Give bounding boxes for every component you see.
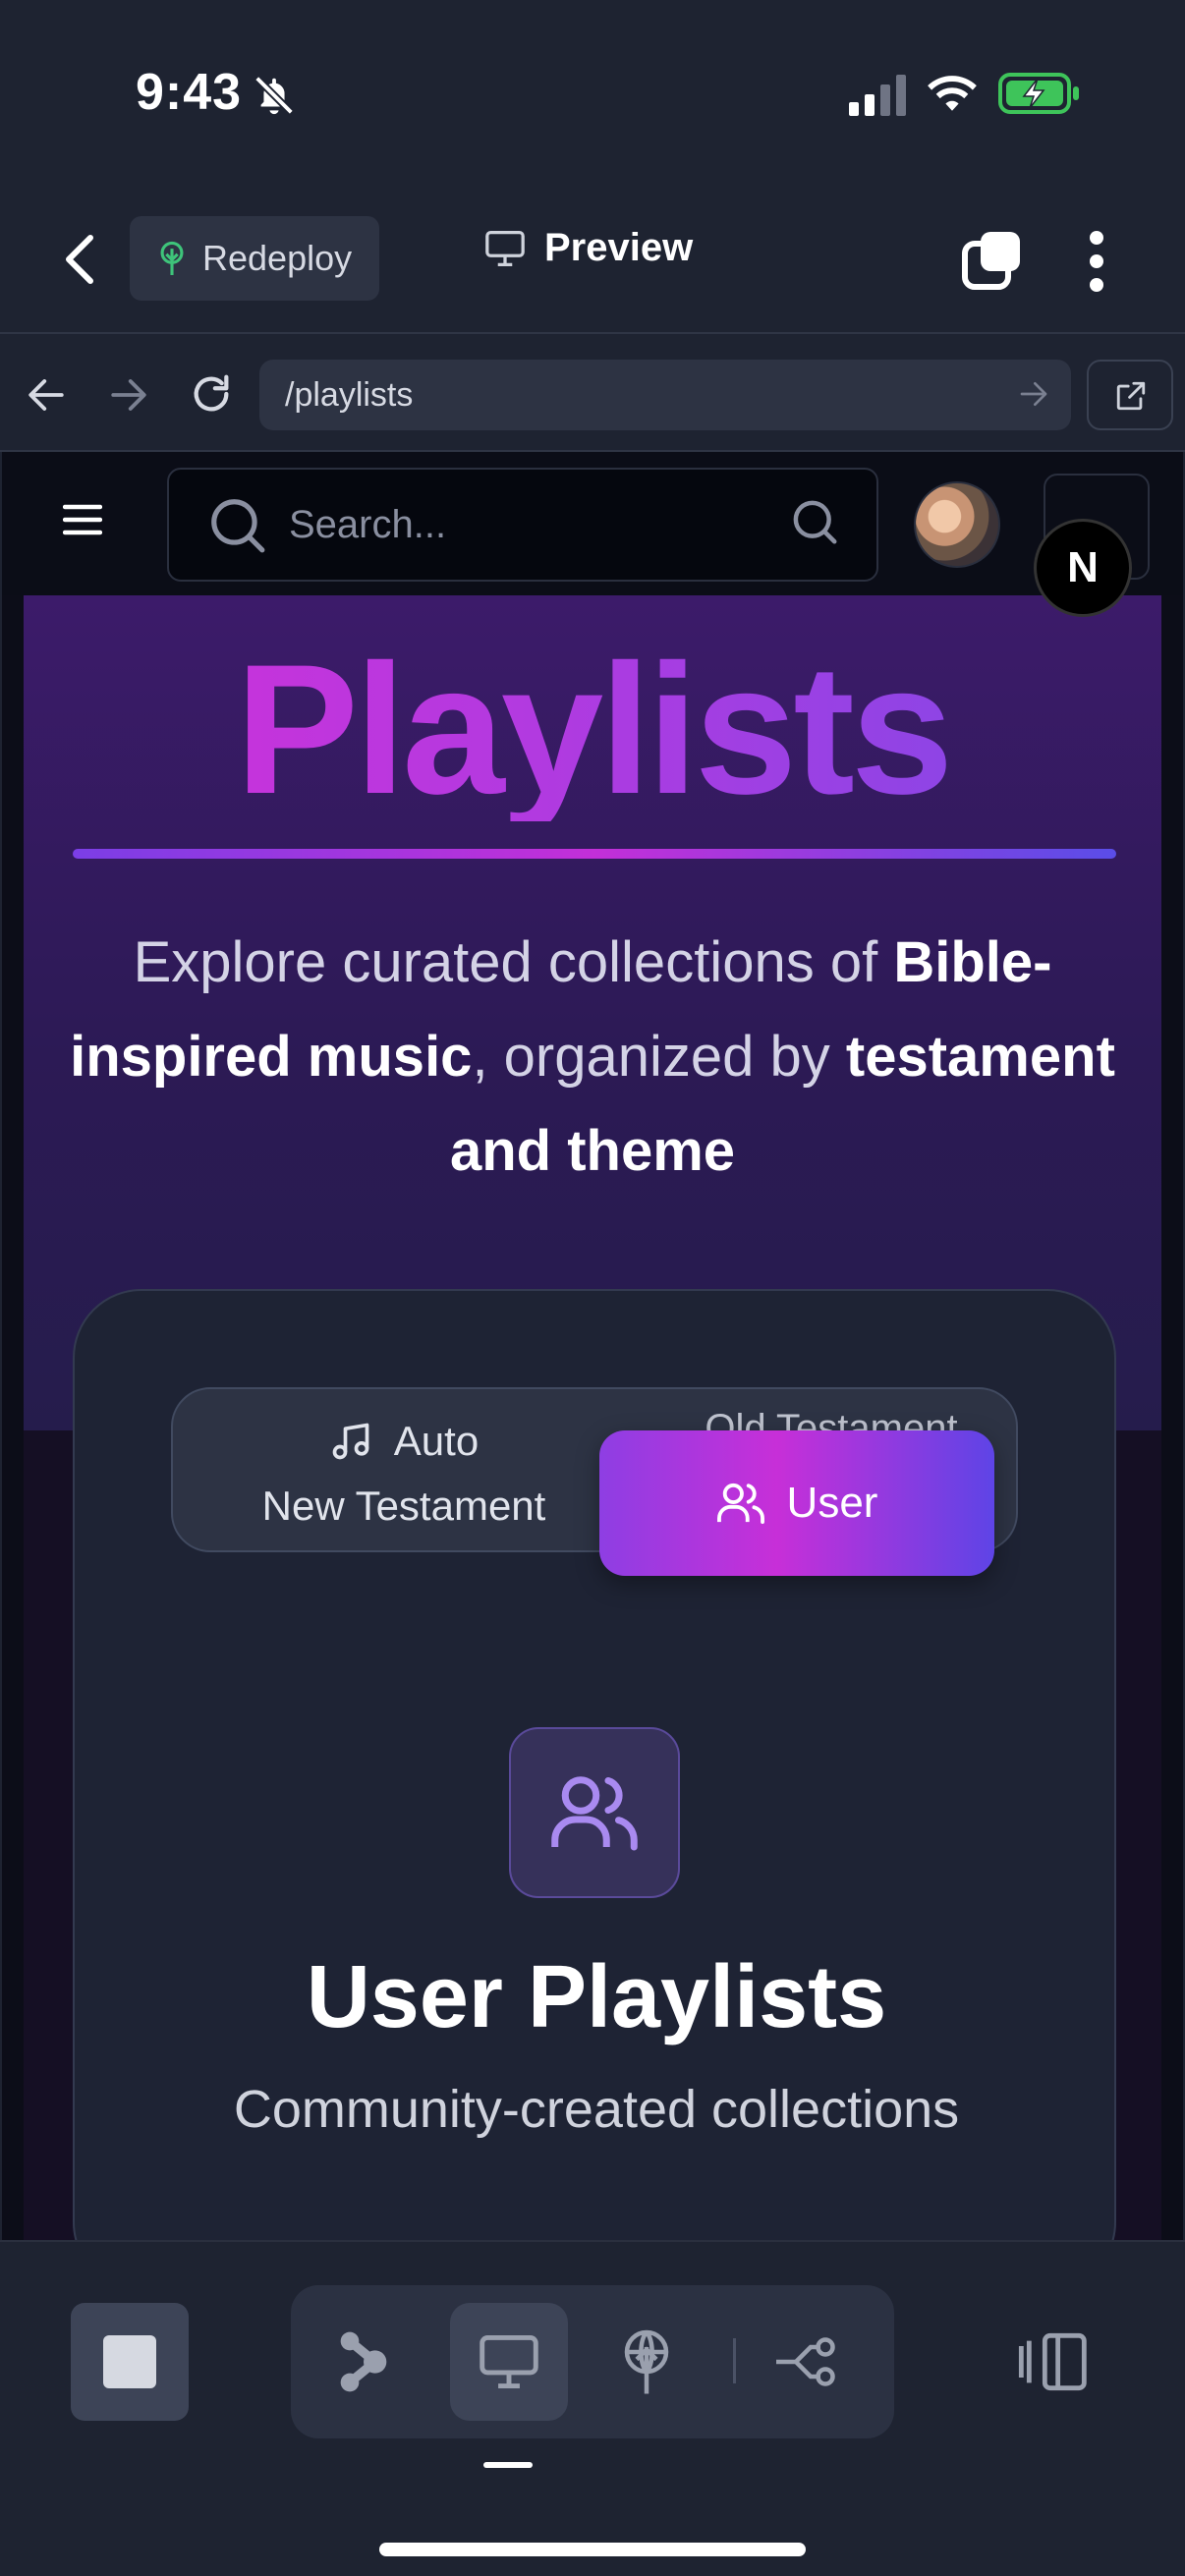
preview-tab[interactable]: Preview: [483, 226, 693, 270]
go-arrow-icon[interactable]: [1018, 379, 1049, 409]
graph-icon: [336, 2329, 391, 2394]
section-description: Community-created collections: [233, 2080, 960, 2139]
preview-view-button[interactable]: [450, 2303, 568, 2421]
graph-view-button[interactable]: [305, 2303, 423, 2421]
subtitle-text-1: Explore curated collections of: [133, 930, 894, 994]
url-bar: /playlists: [0, 336, 1185, 452]
tabs-icon[interactable]: [961, 228, 1024, 291]
reload-icon[interactable]: [189, 371, 234, 417]
search-icon: [206, 494, 267, 555]
open-external-button[interactable]: [1087, 360, 1173, 430]
back-chevron-icon[interactable]: [61, 232, 100, 287]
user-avatar[interactable]: [914, 481, 1000, 568]
panel-icon[interactable]: [1018, 2330, 1093, 2393]
nav-forward-icon[interactable]: [108, 375, 149, 415]
status-bar: 9:43: [0, 0, 1185, 196]
site-header: Search... N: [2, 452, 1183, 617]
deploy-view-button[interactable]: [588, 2303, 705, 2421]
page-gutter-left: [2, 595, 24, 2240]
tree-icon: [155, 240, 189, 277]
flow-view-button[interactable]: [747, 2303, 865, 2421]
playlists-card: Old Testament Auto New Testament User Us…: [73, 1289, 1116, 2240]
hamburger-menu-icon[interactable]: [63, 503, 102, 536]
search-input[interactable]: Search...: [167, 468, 878, 582]
page-gutter-right: [1161, 595, 1183, 2240]
monitor-icon: [477, 2332, 541, 2391]
app-bar: Redeploy Preview: [0, 196, 1185, 334]
search-placeholder: Search...: [289, 502, 447, 546]
page-subtitle: Explore curated collections of Bible-ins…: [61, 916, 1124, 1199]
cellular-signal-icon: [847, 75, 908, 116]
flow-icon: [771, 2331, 840, 2392]
toolbar-divider: [733, 2338, 736, 2383]
redeploy-label: Redeploy: [202, 238, 353, 278]
search-submit-icon[interactable]: [788, 495, 841, 548]
user-playlists-icon-box: [509, 1727, 680, 1898]
bottom-toolbar: [0, 2240, 1185, 2576]
section-title: User Playlists: [306, 1948, 887, 2046]
users-icon: [549, 1771, 640, 1854]
redeploy-button[interactable]: Redeploy: [130, 216, 379, 301]
home-indicator[interactable]: [379, 2543, 806, 2556]
page-title: Playlists: [2, 637, 1183, 821]
wifi-icon: [926, 71, 979, 114]
subtitle-text-2: , organized by: [472, 1025, 846, 1089]
external-link-icon: [1114, 379, 1148, 413]
title-underline: [73, 849, 1116, 859]
nav-back-icon[interactable]: [26, 375, 67, 415]
music-note-icon: [329, 1420, 372, 1463]
tab-new-testament[interactable]: Auto New Testament: [173, 1409, 635, 1539]
playlist-tabs: Old Testament Auto New Testament User: [171, 1387, 1018, 1576]
bell-slash-icon: [252, 73, 297, 118]
web-viewport: Search... N Playlists Explore curated co…: [2, 452, 1183, 2240]
badge-letter: N: [1067, 543, 1099, 591]
tab-user[interactable]: User: [599, 1430, 994, 1576]
url-field[interactable]: /playlists: [259, 360, 1071, 430]
stop-button[interactable]: [71, 2303, 189, 2421]
dev-overlay-badge[interactable]: N: [1034, 519, 1132, 617]
view-switcher: [291, 2285, 894, 2438]
preview-label: Preview: [544, 226, 694, 269]
active-indicator: [483, 2462, 533, 2468]
deploy-icon: [617, 2327, 676, 2396]
monitor-icon: [483, 229, 527, 268]
users-icon: [716, 1481, 765, 1526]
stop-icon: [103, 2335, 156, 2388]
status-time: 9:43: [136, 64, 243, 121]
tab-auto[interactable]: Auto: [173, 1409, 635, 1474]
more-vertical-icon[interactable]: [1085, 230, 1108, 293]
tab-user-label: User: [786, 1479, 878, 1527]
tab-auto-label: Auto: [393, 1418, 480, 1464]
url-text: /playlists: [285, 375, 414, 414]
tab-new-testament-label: New Testament: [261, 1483, 546, 1529]
battery-charging-icon: [998, 71, 1081, 116]
